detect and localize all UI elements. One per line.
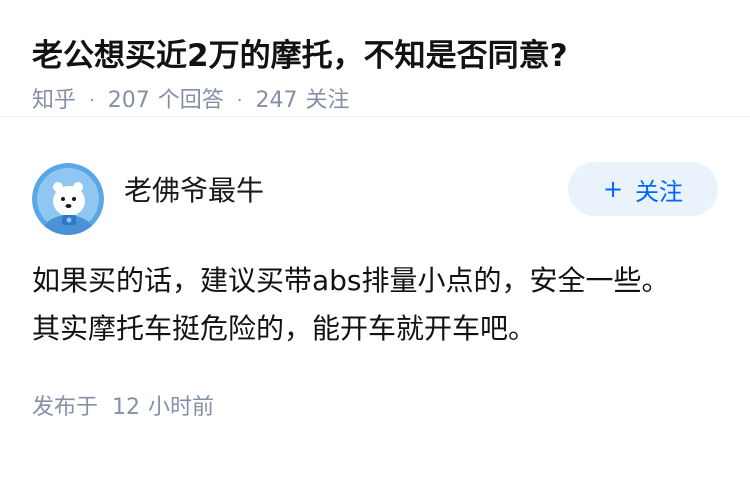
follow-button[interactable]: + 关注 (568, 162, 718, 216)
published-prefix: 发布于 (32, 395, 99, 420)
plus-icon: + (602, 175, 624, 203)
author-name[interactable]: 老佛爷最牛 (124, 169, 568, 209)
meta-separator: · (236, 90, 243, 111)
meta-separator: · (89, 90, 95, 111)
question-title[interactable]: 老公想买近2万的摩托，不知是否同意? (32, 34, 718, 78)
avatar[interactable] (32, 163, 104, 235)
question-header: 老公想买近2万的摩托，不知是否同意? 知乎 · 207 个回答 · 247 关注 (0, 0, 750, 117)
follow-count-label: 关注 (305, 88, 350, 113)
author-row: 老佛爷最牛 + 关注 (32, 149, 718, 249)
answer-count-label: 个回答 (157, 88, 224, 113)
source-label[interactable]: 知乎 (32, 86, 76, 116)
follow-count: 247 (255, 88, 298, 113)
avatar-bear-icon (32, 163, 104, 235)
answer-content[interactable]: 如果买的话，建议买带abs排量小点的，安全一些。 其实摩托车挺危险的，能开车就开… (32, 257, 718, 353)
answer-time: 发布于 12 小时前 (32, 393, 718, 423)
published-suffix: 小时前 (148, 395, 215, 420)
answer-card: 老佛爷最牛 + 关注 如果买的话，建议买带abs排量小点的，安全一些。 其实摩托… (0, 149, 750, 423)
follow-button-label: 关注 (635, 177, 684, 206)
answer-count: 207 (107, 88, 150, 113)
question-meta: 知乎 · 207 个回答 · 247 关注 (32, 86, 718, 116)
published-num: 12 (112, 395, 141, 420)
